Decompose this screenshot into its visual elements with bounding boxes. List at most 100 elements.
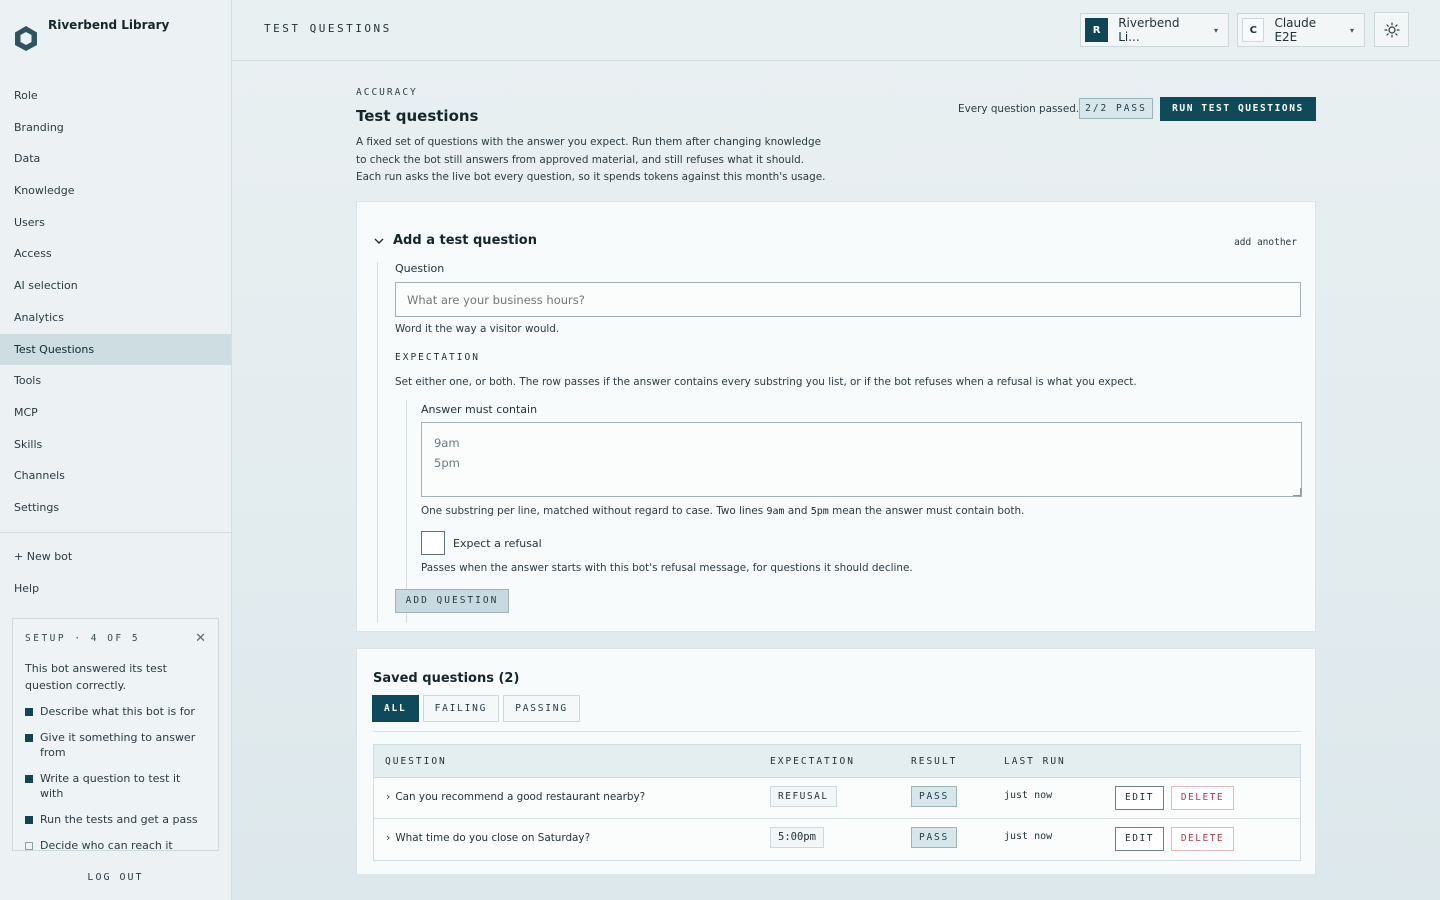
add-question-form: Question Word it the way a visitor would… — [377, 262, 1302, 622]
column-expectation: EXPECTATION — [770, 756, 855, 767]
pass-summary-badge: 2/2 PASS — [1079, 98, 1153, 119]
setup-step[interactable]: Decide who can reach it — [25, 838, 206, 853]
close-icon[interactable]: ✕ — [195, 631, 206, 646]
sidebar-item-skills[interactable]: Skills — [0, 429, 231, 461]
edit-button[interactable]: EDIT — [1115, 827, 1164, 851]
setup-step[interactable]: Give it something to answer from — [25, 730, 206, 760]
table-header: QUESTION EXPECTATION RESULT LAST RUN — [374, 745, 1300, 778]
model-picker[interactable]: C Claude E2E ▾ — [1237, 13, 1365, 47]
page-description: A fixed set of questions with the answer… — [356, 136, 826, 183]
setup-message: This bot answered its test question corr… — [25, 662, 167, 692]
setup-progress-card: SETUP · 4 OF 5 ✕ This bot answered its t… — [12, 618, 219, 853]
delete-button[interactable]: DELETE — [1171, 827, 1234, 851]
sidebar-item-role[interactable]: Role — [0, 80, 231, 112]
help-link[interactable]: Help — [0, 573, 231, 605]
question-label: Question — [395, 262, 445, 275]
new-bot-link[interactable]: + New bot — [0, 541, 231, 573]
edit-button[interactable]: EDIT — [1115, 786, 1164, 810]
sidebar-item-channels[interactable]: Channels — [0, 460, 231, 492]
sidebar-item-branding[interactable]: Branding — [0, 112, 231, 144]
sidebar-item-mcp[interactable]: MCP — [0, 397, 231, 429]
saved-questions-card: Saved questions (2) ALL FAILING PASSING … — [356, 648, 1316, 875]
table-row: › What time do you close on Saturday? 5:0… — [374, 819, 1300, 860]
question-hint: Word it the way a visitor would. — [395, 323, 560, 335]
add-question-button[interactable]: ADD QUESTION — [395, 589, 509, 613]
sidebar-item-test-questions[interactable]: Test Questions — [0, 333, 231, 366]
org-picker[interactable]: R Riverbend Li... ▾ — [1080, 13, 1229, 47]
model-name: Claude E2E — [1274, 16, 1317, 44]
sun-icon — [1383, 21, 1400, 38]
sidebar-item-ai-selection[interactable]: AI selection — [0, 270, 231, 302]
org-name: Riverbend Li... — [1118, 16, 1180, 44]
sidebar-item-users[interactable]: Users — [0, 207, 231, 239]
question-expand-toggle[interactable]: › What time do you close on Saturday? — [386, 831, 590, 844]
last-run-time: just now — [1004, 790, 1053, 801]
page-label: TEST QUESTIONS — [264, 22, 392, 35]
checked-box-icon — [25, 734, 33, 742]
answer-contain-hint: One substring per line, matched without … — [421, 505, 1025, 517]
unchecked-box-icon — [25, 842, 33, 850]
expect-refusal-label[interactable]: Expect a refusal — [453, 537, 542, 550]
org-avatar: R — [1085, 18, 1109, 42]
table-row: › Can you recommend a good restaurant nea… — [374, 778, 1300, 819]
saved-questions-title: Saved questions (2) — [373, 671, 520, 686]
sidebar: Riverbend Library Role Branding Data Kno… — [0, 0, 232, 900]
filter-failing[interactable]: FAILING — [422, 695, 500, 722]
setup-step[interactable]: Write a question to test it with — [25, 771, 206, 801]
chevron-down-icon — [374, 238, 384, 244]
saved-questions-table: QUESTION EXPECTATION RESULT LAST RUN › Ca… — [373, 744, 1301, 861]
expectation-chip: 5:00pm — [770, 827, 824, 848]
question-expand-toggle[interactable]: › Can you recommend a good restaurant nea… — [386, 790, 645, 803]
setup-step[interactable]: Describe what this bot is for — [25, 704, 206, 719]
page-title: Test questions — [356, 107, 479, 125]
expect-refusal-checkbox[interactable] — [421, 531, 445, 555]
expectation-hint: Set either one, or both. The row passes … — [395, 376, 1137, 388]
question-input[interactable] — [395, 282, 1301, 317]
brand[interactable]: Riverbend Library — [12, 18, 169, 52]
sidebar-item-data[interactable]: Data — [0, 143, 231, 175]
resize-handle-icon[interactable] — [1293, 488, 1301, 496]
run-status-text: Every question passed. — [958, 103, 1080, 115]
filter-all[interactable]: ALL — [372, 695, 419, 722]
hexagon-logo-icon — [15, 26, 37, 51]
chevron-down-icon: ▾ — [1349, 25, 1354, 35]
expect-refusal-hint: Passes when the answer starts with this … — [421, 562, 913, 574]
chevron-right-icon: › — [386, 790, 391, 803]
sidebar-item-access[interactable]: Access — [0, 238, 231, 270]
chevron-down-icon: ▾ — [1213, 25, 1218, 35]
result-badge: PASS — [911, 827, 957, 848]
checked-box-icon — [25, 816, 33, 824]
answer-contain-textarea[interactable]: 9am 5pm — [421, 422, 1302, 497]
section-eyebrow: ACCURACY — [356, 87, 418, 98]
sidebar-divider — [0, 531, 231, 533]
setup-step[interactable]: Run the tests and get a pass — [25, 812, 206, 827]
last-run-time: just now — [1004, 831, 1053, 842]
chevron-right-icon: › — [386, 831, 391, 844]
column-last-run: LAST RUN — [1004, 756, 1066, 767]
add-question-heading: Add a test question — [393, 233, 537, 248]
column-question: QUESTION — [385, 756, 447, 767]
top-bar: TEST QUESTIONS R Riverbend Li... ▾ C Cla… — [232, 0, 1440, 61]
add-another-link[interactable]: add another — [1234, 237, 1297, 248]
checked-box-icon — [25, 708, 33, 716]
divider — [373, 731, 1301, 732]
filter-tabs: ALL FAILING PASSING — [372, 695, 584, 722]
delete-button[interactable]: DELETE — [1171, 786, 1234, 810]
theme-toggle-button[interactable] — [1374, 12, 1409, 47]
sidebar-item-settings[interactable]: Settings — [0, 492, 231, 524]
filter-passing[interactable]: PASSING — [503, 695, 580, 722]
column-result: RESULT — [911, 756, 958, 767]
brand-name: Riverbend Library — [48, 18, 170, 32]
expectation-heading: EXPECTATION — [395, 352, 480, 363]
sidebar-item-knowledge[interactable]: Knowledge — [0, 175, 231, 207]
sidebar-item-analytics[interactable]: Analytics — [0, 302, 231, 334]
logout-button[interactable]: LOG OUT — [0, 872, 231, 883]
result-badge: PASS — [911, 786, 957, 807]
answer-contain-label: Answer must contain — [421, 403, 538, 416]
sidebar-item-tools[interactable]: Tools — [0, 365, 231, 397]
add-question-toggle[interactable]: Add a test question — [373, 233, 537, 248]
run-test-questions-button[interactable]: RUN TEST QUESTIONS — [1160, 97, 1316, 121]
setup-steps: Describe what this bot is for Give it so… — [25, 704, 206, 853]
model-avatar: C — [1242, 18, 1265, 42]
expectation-fields: Answer must contain 9am 5pm One substrin… — [406, 400, 1302, 622]
